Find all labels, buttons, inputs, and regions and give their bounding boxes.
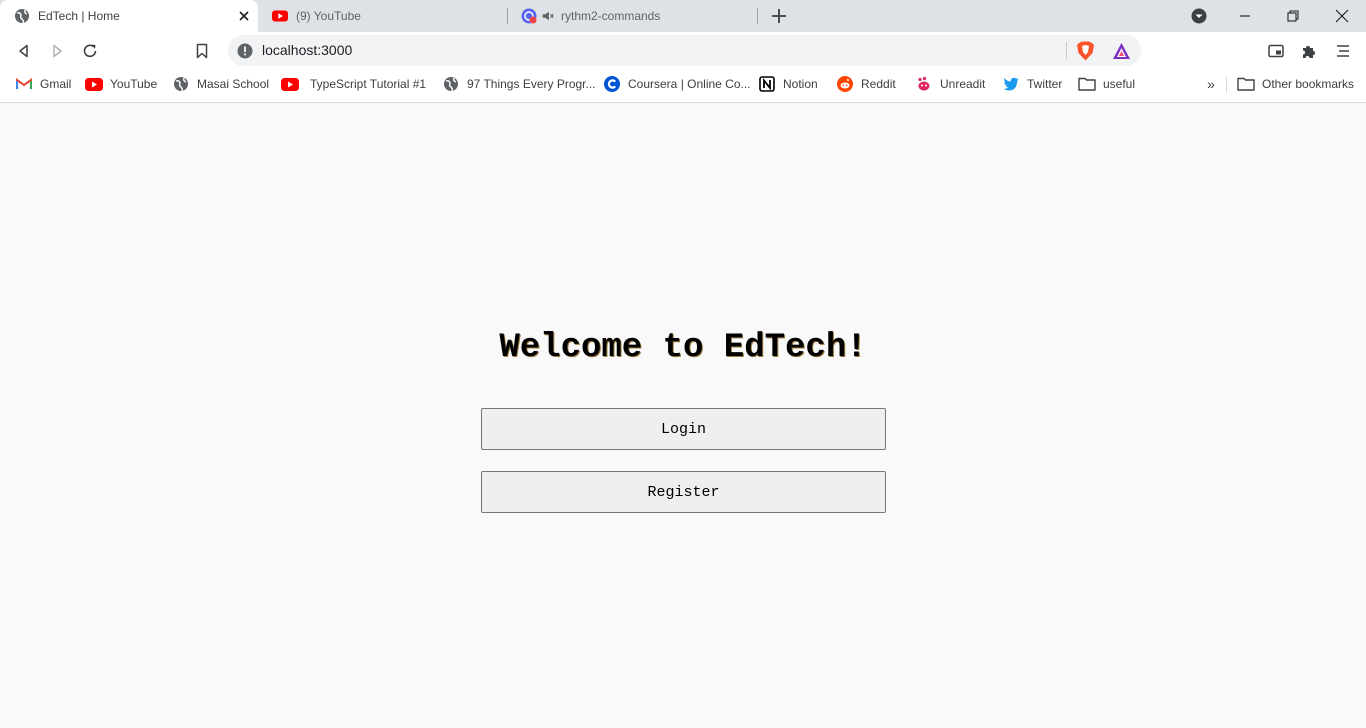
youtube-icon bbox=[85, 76, 103, 92]
tab-youtube[interactable]: (9) YouTube bbox=[258, 0, 506, 32]
bookmark-label: Gmail bbox=[40, 77, 72, 91]
bookmark-gmail[interactable]: Gmail bbox=[15, 69, 71, 99]
coursera-icon bbox=[603, 76, 621, 92]
back-button[interactable] bbox=[12, 39, 36, 63]
other-bookmarks-folder[interactable]: Other bookmarks bbox=[1237, 69, 1354, 99]
youtube-icon bbox=[281, 76, 299, 92]
register-button[interactable]: Register bbox=[481, 471, 886, 513]
bookmarks-bar: Gmail YouTube Masai School TypeScript Tu… bbox=[0, 69, 1366, 103]
bookmark-label: Unreadit bbox=[940, 77, 986, 91]
tab-strip: EdTech | Home (9) YouTube rythm2-command… bbox=[0, 0, 1366, 32]
tab-title: (9) YouTube bbox=[296, 9, 361, 23]
bookmark-button[interactable] bbox=[190, 39, 214, 63]
bookmark-label: Coursera | Online Co... bbox=[628, 77, 751, 91]
notion-icon bbox=[758, 76, 776, 92]
address-bar[interactable]: localhost:3000 bbox=[228, 35, 1141, 66]
brave-rewards-icon[interactable] bbox=[1112, 42, 1131, 60]
login-button[interactable]: Login bbox=[481, 408, 886, 450]
bookmarks-overflow-button[interactable]: » bbox=[1204, 74, 1218, 94]
bookmark-label: useful bbox=[1103, 77, 1136, 91]
forward-icon bbox=[53, 44, 62, 58]
folder-icon bbox=[1078, 76, 1096, 92]
browser-toolbar: localhost:3000 bbox=[0, 32, 1366, 69]
restore-button[interactable] bbox=[1270, 0, 1316, 32]
new-tab-icon[interactable] bbox=[768, 5, 790, 27]
bookmark-typescript-tutorial[interactable]: TypeScript Tutorial #1 bbox=[281, 69, 426, 99]
bookmark-twitter[interactable]: Twitter bbox=[1002, 69, 1062, 99]
bookmark-label: Notion bbox=[783, 77, 818, 91]
page-title: Welcome to EdTech! bbox=[499, 329, 867, 367]
page-content: Welcome to EdTech! Login Register bbox=[0, 103, 1366, 728]
tab-title: rythm2-commands bbox=[561, 9, 661, 23]
close-window-button[interactable] bbox=[1319, 0, 1365, 32]
reload-button[interactable] bbox=[78, 39, 102, 63]
bookmark-label: TypeScript Tutorial #1 bbox=[310, 77, 427, 91]
picture-in-picture-icon bbox=[1268, 44, 1284, 58]
gmail-icon bbox=[15, 76, 33, 92]
picture-in-picture-button[interactable] bbox=[1264, 39, 1288, 63]
close-icon bbox=[1335, 9, 1349, 23]
restore-icon bbox=[1287, 10, 1299, 22]
bookmark-youtube[interactable]: YouTube bbox=[85, 69, 157, 99]
bookmark-label: 97 Things Every Progr... bbox=[467, 77, 596, 91]
bookmarks-separator bbox=[1226, 76, 1227, 93]
globe-icon bbox=[172, 76, 190, 92]
bookmark-notion[interactable]: Notion bbox=[758, 69, 818, 99]
twitter-icon bbox=[1002, 76, 1020, 92]
bookmark-label: Reddit bbox=[861, 77, 896, 91]
tab-edtech[interactable]: EdTech | Home bbox=[0, 0, 258, 32]
bookmark-97-things[interactable]: 97 Things Every Progr... bbox=[442, 69, 596, 99]
reddit-icon bbox=[836, 76, 854, 92]
globe-icon bbox=[442, 76, 460, 92]
youtube-icon bbox=[272, 10, 288, 22]
minimize-icon bbox=[1240, 15, 1250, 17]
puzzle-icon bbox=[1303, 46, 1315, 58]
discord-icon bbox=[521, 8, 537, 24]
close-tab-icon[interactable] bbox=[236, 8, 252, 24]
bookmark-icon bbox=[196, 43, 208, 59]
tab-rythm[interactable]: rythm2-commands bbox=[507, 0, 757, 32]
globe-icon bbox=[15, 9, 29, 24]
extensions-button[interactable] bbox=[1297, 39, 1321, 63]
chevron-down-circle-icon bbox=[1191, 8, 1207, 24]
reload-icon bbox=[83, 44, 97, 58]
speaker-muted-icon[interactable] bbox=[541, 9, 555, 23]
bookmark-label: Masai School bbox=[197, 77, 270, 91]
tab-search-button[interactable] bbox=[1176, 0, 1222, 32]
tab-separator bbox=[757, 8, 758, 24]
minimize-button[interactable] bbox=[1222, 0, 1268, 32]
folder-icon bbox=[1237, 76, 1255, 92]
bookmark-label: Twitter bbox=[1027, 77, 1063, 91]
bookmark-reddit[interactable]: Reddit bbox=[836, 69, 896, 99]
bookmark-unreadit[interactable]: Unreadit bbox=[915, 69, 985, 99]
bookmark-coursera[interactable]: Coursera | Online Co... bbox=[603, 69, 751, 99]
hamburger-menu-icon bbox=[1337, 45, 1349, 57]
site-info-icon[interactable] bbox=[237, 43, 253, 59]
omnibox-divider bbox=[1066, 42, 1067, 59]
other-bookmarks-label: Other bookmarks bbox=[1262, 77, 1355, 91]
bookmark-label: YouTube bbox=[110, 77, 158, 91]
bookmark-folder-useful[interactable]: useful bbox=[1078, 69, 1135, 99]
menu-button[interactable] bbox=[1331, 39, 1355, 63]
url-text[interactable]: localhost:3000 bbox=[262, 35, 352, 66]
forward-button[interactable] bbox=[45, 39, 69, 63]
brave-shields-icon[interactable] bbox=[1076, 41, 1095, 61]
tab-title: EdTech | Home bbox=[38, 9, 120, 23]
bookmark-masai-school[interactable]: Masai School bbox=[172, 69, 269, 99]
back-icon bbox=[19, 44, 28, 58]
unreadit-icon bbox=[915, 76, 933, 92]
